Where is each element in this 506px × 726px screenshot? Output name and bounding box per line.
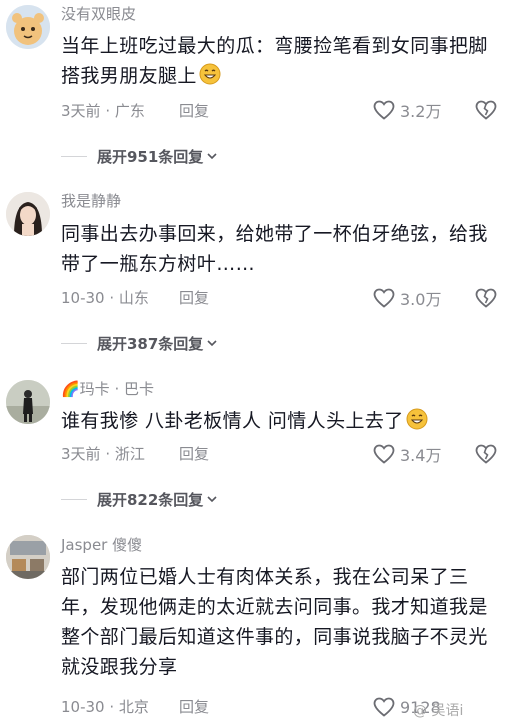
watermark-text: @ 吴语i (413, 703, 464, 719)
avatar[interactable] (6, 192, 50, 236)
avatar[interactable] (6, 535, 50, 579)
comment-location: 浙江 (114, 445, 145, 463)
comment-time: 3天前 (61, 445, 101, 463)
comment-text-content: 谁有我惨 八卦老板情人 问情人头上去了 (61, 410, 404, 432)
heart-icon (373, 444, 395, 464)
comment-meta: 10-30 · 北京 (61, 698, 149, 716)
broken-heart-icon[interactable] (474, 442, 498, 466)
like-button[interactable]: 3.2万 (372, 98, 441, 122)
heart-icon (373, 288, 395, 308)
comment-time: 3天前 (61, 102, 101, 120)
avatar[interactable] (6, 5, 50, 49)
woman-portrait-avatar (6, 192, 50, 236)
username[interactable]: 🌈玛卡 · 巴卡 (61, 379, 154, 399)
comment-text: 部门两位已婚人士有肉体关系，我在公司呆了三年，发现他俩走的太近就去问同事。我才知… (61, 562, 501, 682)
avatar[interactable] (6, 380, 50, 424)
divider (61, 342, 87, 344)
chevron-down-icon (207, 496, 217, 503)
comment-location: 北京 (118, 698, 149, 716)
comment-text: 谁有我惨 八卦老板情人 问情人头上去了 (61, 406, 501, 436)
divider (61, 498, 87, 500)
divider (61, 155, 87, 157)
username[interactable]: 没有双眼皮 (61, 4, 136, 24)
outdoor-figure-avatar (6, 380, 50, 424)
comment-meta: 3天前 · 浙江 (61, 445, 145, 463)
expand-replies-label: 展开822条回复 (97, 490, 204, 509)
reply-button[interactable]: 回复 (179, 697, 209, 717)
comment-text-content: 部门两位已婚人士有肉体关系，我在公司呆了三年，发现他俩走的太近就去问同事。我才知… (61, 566, 488, 678)
expand-replies-label: 展开951条回复 (97, 147, 204, 166)
expand-replies[interactable]: 展开822条回复 (61, 489, 219, 509)
comment-text-content: 同事出去办事回来，给她带了一杯伯牙绝弦，给我带了一瓶东方树叶…… (61, 223, 488, 275)
username[interactable]: 我是静静 (61, 191, 121, 211)
cartoon-cat-avatar (6, 5, 50, 49)
reply-button[interactable]: 回复 (179, 444, 209, 464)
expand-replies[interactable]: 展开387条回复 (61, 333, 219, 353)
comment-meta: 3天前 · 广东 (61, 102, 145, 120)
broken-heart-icon[interactable] (474, 98, 498, 122)
comment-text-content: 当年上班吃过最大的瓜：弯腰捡笔看到女同事把脚搭我男朋友腿上 (61, 35, 488, 87)
chevron-down-icon (207, 153, 217, 160)
username[interactable]: Jasper 傻傻 (61, 535, 142, 555)
comment-meta: 10-30 · 山东 (61, 289, 149, 307)
office-photo-avatar (6, 535, 50, 579)
reply-button[interactable]: 回复 (179, 101, 209, 121)
comment-time: 10-30 (61, 289, 105, 307)
watermark: @ 吴语i (413, 700, 463, 720)
like-count: 3.4万 (400, 446, 442, 465)
heart-icon (373, 697, 395, 717)
reply-button[interactable]: 回复 (179, 288, 209, 308)
comment-time: 10-30 (61, 698, 105, 716)
expand-replies-label: 展开387条回复 (97, 334, 204, 353)
chevron-down-icon (207, 340, 217, 347)
like-count: 3.0万 (400, 290, 442, 309)
expand-replies[interactable]: 展开951条回复 (61, 146, 219, 166)
comment-location: 广东 (114, 102, 145, 120)
like-button[interactable]: 3.4万 (372, 442, 441, 466)
smile-emoji-icon (199, 63, 221, 85)
smile-emoji-icon (406, 408, 428, 430)
like-button[interactable]: 3.0万 (372, 286, 441, 310)
heart-icon (373, 100, 395, 120)
like-count: 3.2万 (400, 102, 442, 121)
comment-text: 同事出去办事回来，给她带了一杯伯牙绝弦，给我带了一瓶东方树叶…… (61, 219, 501, 279)
comment-location: 山东 (118, 289, 149, 307)
comment-text: 当年上班吃过最大的瓜：弯腰捡笔看到女同事把脚搭我男朋友腿上 (61, 31, 501, 91)
broken-heart-icon[interactable] (474, 286, 498, 310)
